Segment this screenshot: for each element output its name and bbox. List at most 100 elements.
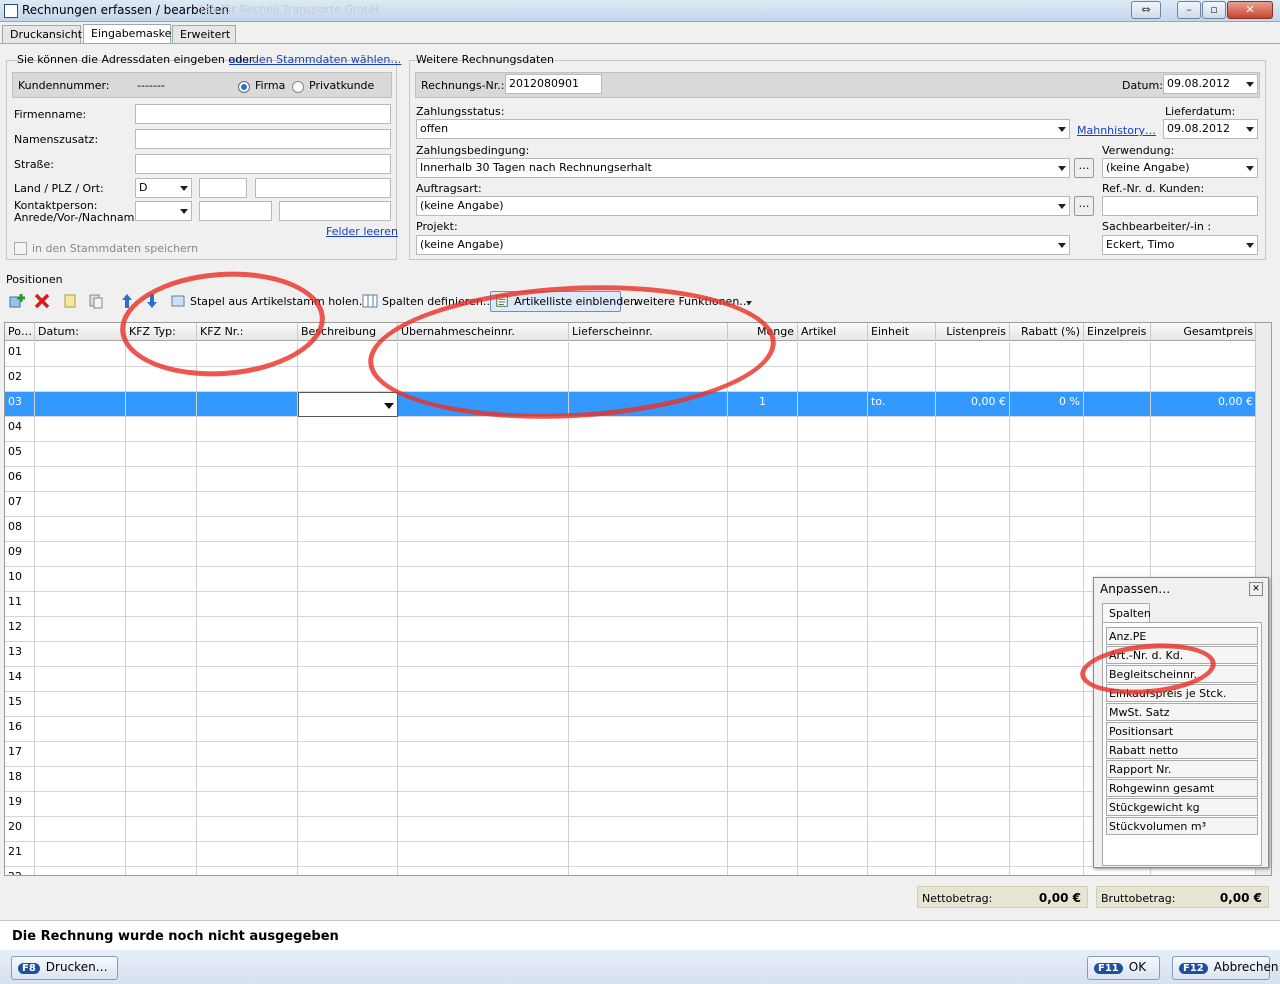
table-cell[interactable] xyxy=(936,467,1010,492)
table-cell[interactable] xyxy=(35,842,126,867)
table-cell[interactable] xyxy=(398,542,569,567)
table-cell[interactable] xyxy=(35,667,126,692)
table-cell[interactable]: 21 xyxy=(5,842,35,867)
table-cell[interactable] xyxy=(1010,517,1084,542)
table-cell[interactable]: 06 xyxy=(5,467,35,492)
table-cell[interactable] xyxy=(936,667,1010,692)
table-cell[interactable] xyxy=(936,492,1010,517)
table-cell[interactable] xyxy=(35,442,126,467)
table-cell[interactable] xyxy=(298,767,398,792)
table-cell[interactable] xyxy=(569,792,728,817)
table-cell[interactable] xyxy=(1151,517,1257,542)
table-cell[interactable]: 04 xyxy=(5,417,35,442)
table-cell[interactable] xyxy=(569,717,728,742)
table-cell[interactable] xyxy=(126,692,197,717)
table-cell[interactable] xyxy=(569,492,728,517)
firmenname-input[interactable] xyxy=(135,104,391,124)
table-cell[interactable] xyxy=(35,742,126,767)
table-cell[interactable] xyxy=(298,467,398,492)
table-row[interactable]: 05 xyxy=(5,442,1257,467)
table-cell[interactable] xyxy=(298,417,398,442)
namenszusatz-input[interactable] xyxy=(135,129,391,149)
table-cell[interactable] xyxy=(728,467,798,492)
table-cell[interactable] xyxy=(1010,817,1084,842)
strasse-input[interactable] xyxy=(135,154,391,174)
table-cell[interactable] xyxy=(1010,717,1084,742)
table-cell[interactable] xyxy=(868,792,936,817)
ort-input[interactable] xyxy=(255,178,391,198)
table-cell[interactable]: 11 xyxy=(5,592,35,617)
table-cell[interactable] xyxy=(569,767,728,792)
table-cell[interactable] xyxy=(728,592,798,617)
table-cell[interactable]: 01 xyxy=(5,342,35,367)
table-cell[interactable] xyxy=(1010,367,1084,392)
table-cell[interactable] xyxy=(1151,542,1257,567)
table-cell[interactable] xyxy=(936,367,1010,392)
table-cell[interactable] xyxy=(936,442,1010,467)
table-cell[interactable] xyxy=(126,642,197,667)
mahnhistory-link[interactable]: Mahnhistory… xyxy=(1077,124,1156,137)
table-cell[interactable] xyxy=(798,567,868,592)
table-cell[interactable] xyxy=(126,542,197,567)
table-row[interactable]: 04 xyxy=(5,417,1257,442)
column-option[interactable]: Anz.PE xyxy=(1106,627,1258,645)
column-option[interactable]: Rohgewinn gesamt xyxy=(1106,779,1258,797)
table-cell[interactable] xyxy=(398,842,569,867)
table-cell[interactable]: 0 % xyxy=(1010,392,1084,417)
table-cell[interactable] xyxy=(868,692,936,717)
table-cell[interactable] xyxy=(398,617,569,642)
table-cell[interactable] xyxy=(798,417,868,442)
table-cell[interactable] xyxy=(35,342,126,367)
column-option[interactable]: MwSt. Satz xyxy=(1106,703,1258,721)
paste-icon[interactable] xyxy=(88,293,104,309)
table-cell[interactable] xyxy=(126,742,197,767)
table-cell[interactable] xyxy=(126,467,197,492)
table-cell[interactable] xyxy=(936,717,1010,742)
table-cell[interactable] xyxy=(1084,542,1151,567)
table-cell[interactable] xyxy=(1084,417,1151,442)
table-cell[interactable] xyxy=(936,617,1010,642)
table-cell[interactable] xyxy=(1010,567,1084,592)
table-cell[interactable] xyxy=(868,417,936,442)
add-row-icon[interactable] xyxy=(9,293,25,309)
tab-spalten[interactable]: Spalten xyxy=(1102,603,1151,623)
table-cell[interactable] xyxy=(1010,642,1084,667)
table-cell[interactable] xyxy=(1010,417,1084,442)
table-cell[interactable] xyxy=(298,692,398,717)
table-cell[interactable] xyxy=(1010,792,1084,817)
tab-eingabemaske[interactable]: Eingabemaske xyxy=(83,24,171,44)
table-cell[interactable] xyxy=(1151,467,1257,492)
table-cell[interactable] xyxy=(298,867,398,875)
table-cell[interactable] xyxy=(569,692,728,717)
table-cell[interactable] xyxy=(197,817,298,842)
table-cell[interactable] xyxy=(1010,342,1084,367)
column-option[interactable]: Rapport Nr. xyxy=(1106,760,1258,778)
table-cell[interactable] xyxy=(868,367,936,392)
table-cell[interactable] xyxy=(936,742,1010,767)
land-select[interactable]: D xyxy=(135,178,192,198)
table-cell[interactable] xyxy=(798,342,868,367)
table-cell[interactable]: 10 xyxy=(5,567,35,592)
table-cell[interactable] xyxy=(798,667,868,692)
table-cell[interactable] xyxy=(126,592,197,617)
table-cell[interactable] xyxy=(1084,392,1151,417)
column-option[interactable]: Positionsart xyxy=(1106,722,1258,740)
table-cell[interactable] xyxy=(1010,842,1084,867)
table-row[interactable]: 22 xyxy=(5,867,1257,875)
table-cell[interactable]: 05 xyxy=(5,442,35,467)
table-cell[interactable] xyxy=(936,567,1010,592)
table-row[interactable]: 17 xyxy=(5,742,1257,767)
table-cell[interactable] xyxy=(1010,492,1084,517)
table-cell[interactable] xyxy=(936,767,1010,792)
table-cell[interactable] xyxy=(35,792,126,817)
table-cell[interactable] xyxy=(197,842,298,867)
table-cell[interactable] xyxy=(936,542,1010,567)
table-cell[interactable] xyxy=(1151,867,1257,875)
table-cell[interactable] xyxy=(868,742,936,767)
table-cell[interactable] xyxy=(35,767,126,792)
table-cell[interactable] xyxy=(298,517,398,542)
table-cell[interactable]: 07 xyxy=(5,492,35,517)
table-cell[interactable] xyxy=(936,817,1010,842)
table-cell[interactable] xyxy=(126,767,197,792)
table-cell[interactable] xyxy=(868,767,936,792)
